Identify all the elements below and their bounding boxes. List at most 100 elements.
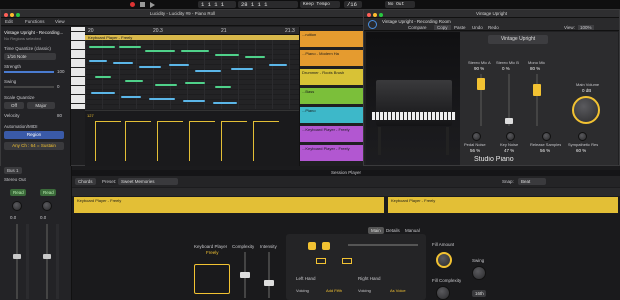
intensity-fader[interactable]: [264, 280, 274, 286]
close-icon[interactable]: [4, 13, 8, 17]
edit-menu[interactable]: Edit: [5, 19, 13, 24]
power-icon[interactable]: [368, 20, 377, 29]
tab-main[interactable]: Main: [368, 227, 384, 234]
sympathetic-res-knob[interactable]: [578, 132, 587, 141]
track-row[interactable]: ...Bass: [300, 88, 365, 104]
keep-tempo-display[interactable]: Keep Tempo: [300, 1, 340, 8]
mic-a-fader[interactable]: [477, 78, 485, 90]
time-signature-display[interactable]: /16: [344, 1, 362, 8]
scale-major-select[interactable]: Major: [27, 102, 55, 109]
midi-note[interactable]: [89, 60, 107, 62]
bus-label[interactable]: Bus 1: [4, 167, 22, 174]
controller-event[interactable]: [189, 121, 215, 161]
midi-note[interactable]: [155, 84, 177, 86]
position-display[interactable]: 28 1 1 1: [238, 1, 298, 8]
mono-mic-fader[interactable]: [533, 84, 541, 96]
functions-menu[interactable]: Functions: [25, 19, 45, 24]
midi-note[interactable]: [95, 76, 111, 78]
region-button[interactable]: Region: [4, 131, 64, 139]
output-display[interactable]: No Out: [385, 1, 415, 8]
midi-note[interactable]: [215, 54, 239, 56]
strength-slider[interactable]: [4, 71, 54, 73]
main-volume-knob[interactable]: [572, 96, 600, 124]
controller-event[interactable]: [253, 121, 279, 161]
bars-beats-display[interactable]: 1 1 1 1: [198, 1, 236, 8]
left-hand-button[interactable]: [316, 258, 326, 264]
read-button-2[interactable]: Read: [40, 189, 56, 196]
session-ruler[interactable]: [72, 188, 620, 196]
play-button-icon[interactable]: [150, 2, 155, 8]
fader-cap-1[interactable]: [13, 254, 21, 259]
plugin-preset-header[interactable]: Vintage Upright - Recording Room: [382, 19, 451, 24]
piano-player-icon[interactable]: [194, 264, 230, 294]
copy-button[interactable]: Copy: [434, 25, 451, 30]
midi-note[interactable]: [183, 100, 205, 102]
midi-note[interactable]: [121, 96, 141, 98]
controller-lane[interactable]: 127: [85, 110, 299, 166]
key-noise-knob[interactable]: [506, 132, 515, 141]
fill-complexity-knob[interactable]: [436, 286, 450, 300]
time-quantize-select[interactable]: 1/16 Note: [4, 53, 56, 60]
track-row[interactable]: ...Piano: [300, 107, 365, 123]
midi-note[interactable]: [245, 56, 265, 58]
midi-note[interactable]: [125, 80, 143, 82]
midi-note[interactable]: [119, 46, 141, 48]
session-region-left[interactable]: Keyboard Player - Freely: [74, 197, 384, 213]
complexity-fader[interactable]: [240, 272, 250, 278]
snap-select[interactable]: Beat: [518, 178, 546, 185]
preset-select[interactable]: Vintage Upright: [488, 35, 548, 44]
midi-note[interactable]: [181, 50, 209, 52]
piano-keyboard[interactable]: [71, 27, 85, 109]
track-row[interactable]: ...Keyboard Player - Freely: [300, 145, 365, 161]
midi-note[interactable]: [169, 64, 189, 66]
midi-note[interactable]: [195, 70, 221, 72]
track-row[interactable]: Drummer - Roots Brush: [300, 69, 365, 85]
paste-button[interactable]: Paste: [454, 25, 466, 30]
pan-knob-2[interactable]: [42, 201, 52, 211]
midi-note[interactable]: [185, 82, 205, 84]
redo-button[interactable]: Redo: [488, 25, 499, 30]
scale-off-select[interactable]: Off: [4, 102, 24, 109]
minimize-icon[interactable]: [10, 13, 14, 17]
midi-note[interactable]: [139, 66, 161, 68]
mic-b-fader[interactable]: [505, 118, 513, 124]
midi-note[interactable]: [91, 92, 115, 94]
record-button-icon[interactable]: [130, 2, 135, 7]
midi-note[interactable]: [231, 68, 253, 70]
undo-button[interactable]: Undo: [472, 25, 483, 30]
plugin-close-icon[interactable]: [367, 13, 371, 17]
plugin-zoom-icon[interactable]: [379, 13, 383, 17]
tab-details[interactable]: Details: [386, 228, 400, 233]
player-style-value[interactable]: Freely: [206, 250, 219, 255]
session-preset-select[interactable]: Sweet Memories: [118, 178, 178, 185]
stop-button-icon[interactable]: [140, 2, 145, 7]
piano-roll-ruler[interactable]: 20 20.3 21 21.3: [85, 27, 299, 35]
track-row[interactable]: ...ruition: [300, 31, 365, 47]
hands-slider[interactable]: [348, 244, 418, 246]
midi-note[interactable]: [145, 50, 175, 52]
pedal-noise-knob[interactable]: [472, 132, 481, 141]
midi-note[interactable]: [89, 46, 115, 48]
view-menu[interactable]: View: [55, 19, 65, 24]
pan-knob-1[interactable]: [12, 201, 22, 211]
left-hand-icon[interactable]: [308, 242, 316, 250]
compare-button[interactable]: Compare: [408, 25, 427, 30]
midi-channel-select[interactable]: Any Ch : 64 = Sustain: [4, 142, 64, 150]
midi-note[interactable]: [213, 102, 237, 104]
controller-event[interactable]: [95, 121, 121, 161]
controller-event[interactable]: [157, 121, 183, 161]
zoom-icon[interactable]: [16, 13, 20, 17]
right-hand-icon[interactable]: [322, 242, 330, 250]
voicing-right-value[interactable]: As Voice: [390, 288, 406, 293]
midi-note[interactable]: [215, 86, 231, 88]
swing-division-select[interactable]: 16th: [472, 290, 486, 297]
controller-event[interactable]: [125, 121, 151, 161]
track-row[interactable]: ...Piano - Modern Ha: [300, 50, 365, 66]
release-samples-knob[interactable]: [542, 132, 551, 141]
fill-amount-knob[interactable]: [436, 252, 452, 268]
midi-note[interactable]: [269, 64, 287, 66]
tab-manual[interactable]: Manual: [405, 228, 420, 233]
voicing-left-value[interactable]: Add Fifth: [326, 288, 342, 293]
controller-event[interactable]: [221, 121, 247, 161]
note-grid[interactable]: [85, 40, 299, 109]
